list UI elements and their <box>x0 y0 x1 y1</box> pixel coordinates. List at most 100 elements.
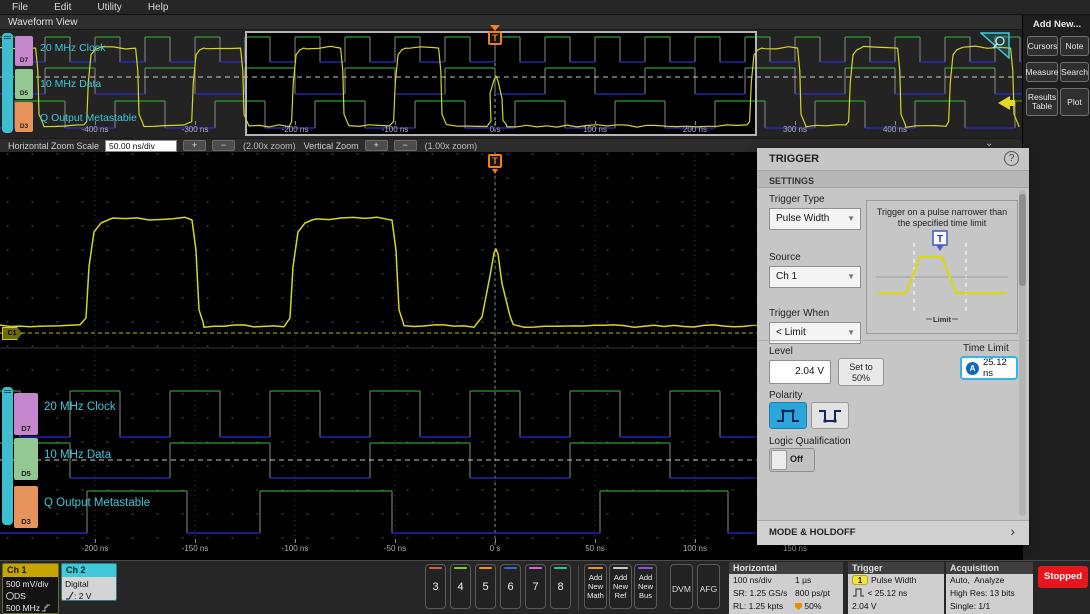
dvm-button[interactable]: DVM <box>670 564 693 609</box>
channel-color-stripe <box>479 567 492 569</box>
horizontal-zoom-scale-label: Horizontal Zoom Scale <box>8 140 100 151</box>
stopped-button[interactable]: Stopped <box>1038 566 1088 588</box>
add-button-label: Add New Bus <box>637 573 653 600</box>
panel-scrollbar-thumb[interactable] <box>1019 194 1026 286</box>
channel-number: 7 <box>532 581 539 593</box>
acquisition-info-panel[interactable]: Acquisition Auto, Analyze High Res: 13 b… <box>946 562 1033 614</box>
afg-label: AFG <box>699 584 718 594</box>
channel-number: 8 <box>557 581 564 593</box>
trigger-type-dropdown[interactable]: Pulse Width ▼ <box>769 208 861 230</box>
ch1-badge-header: Ch 1 <box>3 564 58 577</box>
add-new-cursors-button[interactable]: Cursors <box>1027 36 1058 56</box>
horizontal-info-panel[interactable]: Horizontal 100 ns/div 1 µs SR: 1.25 GS/s 8… <box>729 562 843 614</box>
svg-text:T: T <box>937 234 943 245</box>
add-new-bus-button[interactable]: Add New Bus <box>634 564 657 609</box>
ch1-scale: 500 mV/div <box>6 579 49 589</box>
level-field[interactable]: 2.04 V <box>769 360 831 384</box>
bandwidth-icon <box>42 604 51 612</box>
main-trigger-flag[interactable]: T <box>488 154 502 168</box>
overview-trigger-flag[interactable]: T <box>488 31 502 45</box>
trigger-panel-header: TRIGGER ? <box>757 148 1029 170</box>
chevron-down-icon: ▼ <box>847 272 855 281</box>
horizontal-zoom-scale-input[interactable] <box>105 139 178 152</box>
ch1-level-marker-icon[interactable] <box>998 96 1015 110</box>
chevron-down-icon: ▼ <box>847 214 855 223</box>
channel-number: 3 <box>432 581 439 593</box>
trigger-info-panel[interactable]: Trigger 1 Pulse Width < 25.12 ns 2.04 V <box>848 562 944 614</box>
horizontal-duration: 1 µs <box>795 575 812 585</box>
channel-number: 4 <box>457 581 464 593</box>
add-new-ref-button[interactable]: Add New Ref <box>609 564 632 609</box>
pulse-width-diagram: T Limit <box>876 230 1008 324</box>
time-limit-value: 25.12 ns <box>983 357 1007 379</box>
afg-button[interactable]: AFG <box>697 564 720 609</box>
hzoom-increase-button[interactable]: + <box>183 140 207 151</box>
channel-5-button[interactable]: 5 <box>475 564 496 609</box>
polarity-negative-button[interactable] <box>811 402 849 429</box>
add-new-math-button[interactable]: Add New Math <box>584 564 607 609</box>
ch2-badge[interactable]: Ch 2 Digital : 2 V <box>61 563 117 601</box>
menu-item-help[interactable]: Help <box>148 2 169 13</box>
time-limit-label: Time Limit <box>963 343 1009 354</box>
trigger-when-label: Trigger When <box>769 308 830 319</box>
add-color-stripe <box>638 567 653 569</box>
sample-rate: SR: 1.25 GS/s <box>733 588 788 598</box>
add-new-results-table-button[interactable]: Results Table <box>1026 88 1058 116</box>
set-to-line2: 50% <box>851 373 870 383</box>
ch1-bandwidth: 500 MHz <box>6 603 41 613</box>
channel-color-stripe <box>529 567 542 569</box>
channel-4-button[interactable]: 4 <box>450 564 471 609</box>
channel-number: 5 <box>482 581 489 593</box>
trigger-settings-panel: TRIGGER ? SETTINGS Trigger Type Pulse Wi… <box>757 148 1029 545</box>
time-limit-field[interactable]: A 25.12 ns <box>960 356 1018 380</box>
vzoom-decrease-button[interactable]: − <box>393 140 417 151</box>
hzoom-decrease-button[interactable]: − <box>212 140 236 151</box>
trigger-position-value: 50% <box>804 601 822 611</box>
ch2-badge-header: Ch 2 <box>62 564 116 577</box>
channel-7-button[interactable]: 7 <box>525 564 546 609</box>
overview-zoom-icon[interactable] <box>980 32 1010 59</box>
help-icon[interactable]: ? <box>1004 151 1019 166</box>
diagram-limit-label: Limit <box>933 315 951 324</box>
toggle-knob <box>771 450 787 470</box>
channel-6-button[interactable]: 6 <box>500 564 521 609</box>
source-label: Source <box>769 252 801 263</box>
tab-settings[interactable]: SETTINGS <box>757 170 1029 188</box>
set-to-50-button[interactable]: Set to 50% <box>838 358 884 386</box>
logic-qualification-label: Logic Qualification <box>769 436 851 447</box>
hzoom-factor-readout: (2.00x zoom) <box>243 140 296 151</box>
add-new-search-button[interactable]: Search <box>1060 62 1089 82</box>
level-value: 2.04 V <box>795 366 824 377</box>
trigger-when-value: < Limit <box>776 327 806 338</box>
trigger-panel-title: TRIGGER <box>769 153 820 165</box>
trigger-level-readout: 2.04 V <box>852 601 877 611</box>
channel-3-button[interactable]: 3 <box>425 564 446 609</box>
logic-qualification-value: Off <box>790 454 803 464</box>
settings-tab-label: SETTINGS <box>769 176 815 186</box>
logic-qualification-toggle[interactable]: Off <box>769 448 815 472</box>
add-new-plot-button[interactable]: Plot <box>1060 88 1089 116</box>
trigger-type-value: Pulse Width <box>776 213 830 224</box>
ch1-badge[interactable]: Ch 1 500 mV/div DS 500 MHz <box>2 563 59 614</box>
channel-color-stripe <box>454 567 467 569</box>
add-new-note-button[interactable]: Note <box>1060 36 1089 56</box>
menu-item-utility[interactable]: Utility <box>97 2 121 13</box>
source-value: Ch 1 <box>776 271 798 282</box>
knob-a-icon: A <box>966 361 979 375</box>
vertical-zoom-label: Vertical Zoom <box>303 140 359 151</box>
trigger-source-badge: 1 <box>852 575 868 585</box>
vzoom-increase-button[interactable]: + <box>364 140 388 151</box>
main-trigger-flag-pointer-icon <box>492 169 498 174</box>
channel-8-button[interactable]: 8 <box>550 564 571 609</box>
polarity-positive-button[interactable] <box>769 402 807 429</box>
acquisition-resolution: High Res: 13 bits <box>950 588 1015 598</box>
panel-scrollbar[interactable] <box>1019 190 1026 516</box>
menu-item-edit[interactable]: Edit <box>54 2 71 13</box>
source-dropdown[interactable]: Ch 1 ▼ <box>769 266 861 288</box>
menu-item-file[interactable]: File <box>12 2 28 13</box>
overview-zoom-window[interactable] <box>245 31 757 136</box>
add-button-label: Add New Math <box>587 573 604 600</box>
chevron-right-icon: › <box>1010 523 1015 539</box>
add-new-measure-button[interactable]: Measure <box>1025 62 1059 82</box>
mode-holdoff-section[interactable]: MODE & HOLDOFF › <box>757 520 1029 545</box>
